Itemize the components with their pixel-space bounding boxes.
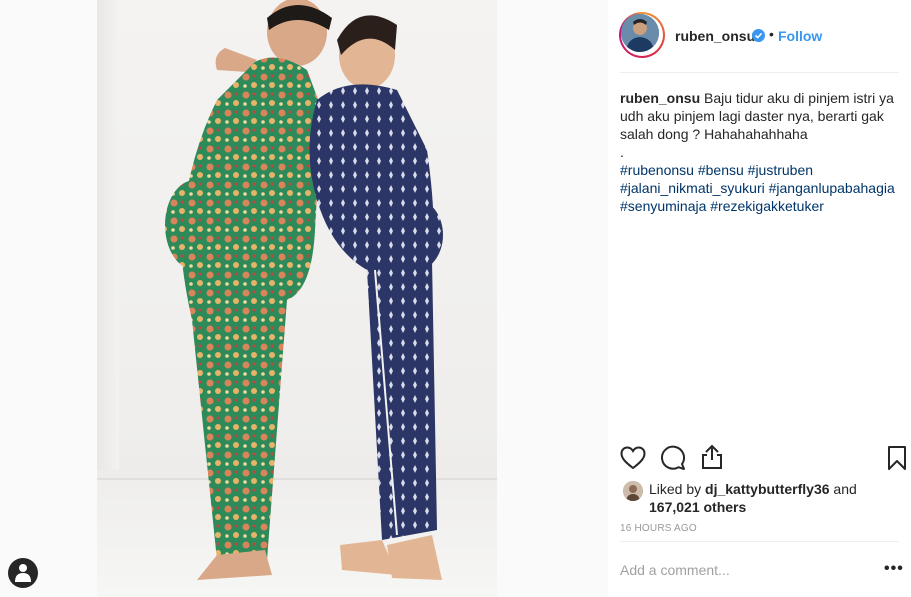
bookmark-icon[interactable] [887, 445, 907, 471]
current-user-avatar[interactable] [8, 558, 38, 588]
post-timestamp[interactable]: 16 HOURS AGO [620, 523, 697, 534]
heart-icon[interactable] [620, 446, 646, 470]
likes-summary: Liked by dj_kattybutterfly36 and 167,021… [649, 480, 889, 516]
author-username[interactable]: ruben_onsu [675, 28, 755, 44]
liked-by-and: and [833, 481, 857, 497]
header-divider [620, 72, 899, 73]
header-separator: • [769, 26, 774, 42]
liked-by-user[interactable]: dj_kattybutterfly36 [705, 481, 829, 497]
post-caption: ruben_onsu Baju tidur aku di pinjem istr… [620, 89, 905, 143]
user-silhouette-icon [15, 564, 31, 582]
verified-badge-icon [752, 29, 765, 42]
hashtag-line[interactable]: #jalani_nikmati_syukuri #janganlupabahag… [620, 179, 905, 197]
liker-photo [623, 481, 643, 501]
caption-username[interactable]: ruben_onsu [620, 90, 700, 106]
comment-divider [620, 541, 899, 542]
author-avatar[interactable] [619, 12, 665, 58]
caption-hashtags: #rubenonsu #bensu #justruben #jalani_nik… [620, 161, 905, 215]
post-photo[interactable] [97, 0, 497, 597]
more-options-button[interactable]: ••• [884, 560, 904, 578]
liked-by-prefix: Liked by [649, 481, 702, 497]
likes-count[interactable]: 167,021 others [649, 499, 746, 515]
photo-people-illustration [165, 0, 443, 580]
comment-input[interactable]: Add a comment... [620, 562, 730, 578]
hashtag-line[interactable]: #rubenonsu #bensu #justruben [620, 161, 905, 179]
share-icon[interactable] [701, 444, 723, 470]
comment-icon[interactable] [660, 445, 686, 471]
hashtag-line[interactable]: #senyuminaja #rezekigakketuker [620, 197, 905, 215]
post-header: ruben_onsu • Follow [608, 0, 911, 72]
liker-avatar[interactable] [623, 481, 643, 501]
author-photo [621, 14, 659, 52]
caption-period: . [620, 144, 624, 160]
post-side-panel: ruben_onsu • Follow ruben_onsu Baju tidu… [608, 0, 911, 597]
follow-button[interactable]: Follow [778, 28, 822, 44]
